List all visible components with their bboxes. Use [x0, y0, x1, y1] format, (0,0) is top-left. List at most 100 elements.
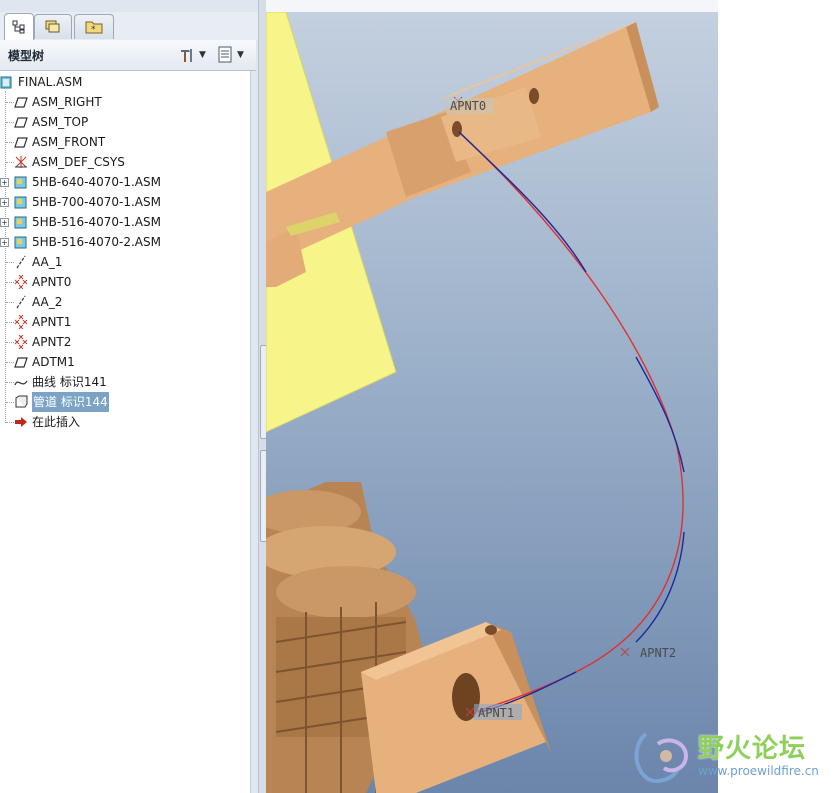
tree-item[interactable]: ADTM1	[0, 352, 250, 372]
watermark-url: www.proewildfire.cn	[698, 764, 819, 778]
show-menu-button[interactable]: ▼	[218, 45, 244, 65]
tree-item[interactable]: AA_1	[0, 252, 250, 272]
pipe-icon	[15, 395, 28, 408]
csys-icon	[15, 156, 27, 168]
lower-fitting-part	[266, 482, 551, 793]
tree-item-label: 5HB-700-4070-1.ASM	[32, 195, 161, 209]
tree-item-label: ADTM1	[32, 355, 75, 369]
watermark-title: 野火论坛	[698, 734, 807, 764]
page-right-margin	[718, 0, 840, 793]
tree-connector	[6, 122, 14, 123]
tree-item-label: ASM_RIGHT	[32, 95, 102, 109]
datum-axis-icon	[16, 295, 26, 309]
tree-connector	[6, 142, 14, 143]
expand-toggle-icon[interactable]: +	[0, 238, 9, 247]
tree-item-label: APNT2	[32, 335, 72, 349]
navigator-tab-strip: *	[0, 12, 258, 40]
tree-connector	[6, 422, 14, 423]
insert-here-arrow-icon	[15, 417, 27, 427]
chevron-down-icon: ▼	[199, 50, 206, 60]
tree-item-label: 5HB-640-4070-1.ASM	[32, 175, 161, 189]
tree-item[interactable]: APNT1	[0, 312, 250, 332]
forum-logo-icon	[634, 732, 689, 783]
forum-watermark: 野火论坛 www.proewildfire.cn	[628, 724, 840, 790]
chevron-down-icon: ▼	[237, 50, 244, 60]
tab-favorites[interactable]: *	[74, 14, 114, 39]
model-tree: FINAL.ASM ASM_RIGHT ASM_TOP ASM_FRONT ASM_DE…	[0, 71, 251, 793]
tree-item[interactable]: +5HB-700-4070-1.ASM	[0, 192, 250, 212]
tree-connector	[6, 342, 14, 343]
datum-point-icon	[14, 335, 28, 349]
tab-model-tree[interactable]	[4, 13, 34, 40]
apnt2-label: APNT2	[640, 646, 676, 660]
tree-connector	[6, 402, 14, 403]
subassembly-icon	[14, 216, 27, 229]
hammer-settings-icon	[181, 49, 192, 62]
datum-plane-icon	[14, 357, 28, 368]
tree-connector	[6, 322, 14, 323]
tree-connector	[6, 302, 14, 303]
tree-item-label: 管道 标识144	[32, 392, 109, 412]
datum-plane-icon	[14, 137, 28, 148]
model-tree-panel: * 模型树 ▼ ▼ FINAL.ASM ASM_RIGHT ASM_TOP ASM_F…	[0, 0, 259, 793]
tree-item[interactable]: APNT0	[0, 272, 250, 292]
tree-connector	[6, 162, 14, 163]
tree-item-label: 曲线 标识141	[32, 375, 107, 389]
tree-item-label: ASM_FRONT	[32, 135, 106, 149]
datum-axis-icon	[16, 255, 26, 269]
tree-item-label: ASM_TOP	[32, 115, 89, 129]
apnt0-label: APNT0	[450, 99, 486, 113]
favorites-tab-icon: *	[85, 21, 103, 35]
tree-item[interactable]: ASM_TOP	[0, 112, 250, 132]
tree-item-label: APNT1	[32, 315, 72, 329]
tree-connector	[6, 382, 14, 383]
tree-item[interactable]: ASM_DEF_CSYS	[0, 152, 250, 172]
svg-text:*: *	[91, 25, 96, 35]
tree-item-label: ASM_DEF_CSYS	[32, 155, 125, 169]
subassembly-icon	[14, 176, 27, 189]
tree-item[interactable]: +5HB-516-4070-1.ASM	[0, 212, 250, 232]
tree-item[interactable]: 管道 标识144	[0, 392, 250, 412]
tree-connector	[6, 282, 14, 283]
settings-menu-button[interactable]: ▼	[178, 45, 206, 65]
subassembly-icon	[14, 236, 27, 249]
tree-item[interactable]: APNT2	[0, 332, 250, 352]
datum-plane-icon	[14, 117, 28, 128]
pipe-centerline-blue-segment	[635, 531, 685, 643]
assembly-icon	[0, 76, 12, 89]
model-tree-tab-icon	[12, 20, 25, 34]
curve-icon	[14, 380, 28, 386]
layers-tab-icon	[45, 20, 60, 33]
tree-item[interactable]: FINAL.ASM	[0, 72, 250, 92]
apnt1-label: APNT1	[478, 706, 514, 720]
tree-item-label: AA_2	[32, 295, 63, 309]
subassembly-icon	[14, 196, 27, 209]
tab-layers[interactable]	[34, 14, 72, 39]
tree-item-label: FINAL.ASM	[18, 75, 83, 89]
tree-item[interactable]: 在此插入	[0, 412, 250, 432]
tree-item-label: 在此插入	[32, 415, 81, 429]
expand-toggle-icon[interactable]: +	[0, 198, 9, 207]
model-tree-header: 模型树 ▼ ▼	[0, 40, 256, 71]
tree-item-label: 5HB-516-4070-2.ASM	[32, 235, 161, 249]
datum-plane-icon	[14, 97, 28, 108]
datum-point-icon	[14, 315, 28, 329]
expand-toggle-icon[interactable]: +	[0, 178, 9, 187]
expand-toggle-icon[interactable]: +	[0, 218, 9, 227]
graphics-viewport[interactable]: APNT0 APNT1 APNT2	[266, 12, 718, 793]
tree-item[interactable]: +5HB-640-4070-1.ASM	[0, 172, 250, 192]
tree-item[interactable]: 曲线 标识141	[0, 372, 250, 392]
tree-item[interactable]: +5HB-516-4070-2.ASM	[0, 232, 250, 252]
apnt2-marker	[620, 647, 630, 657]
tree-item-label: AA_1	[32, 255, 63, 269]
tree-item[interactable]: ASM_RIGHT	[0, 92, 250, 112]
panel-title: 模型树	[8, 49, 45, 63]
viewport-top-strip	[266, 0, 718, 12]
tree-item[interactable]: AA_2	[0, 292, 250, 312]
pipe-centerline-blue-segment	[635, 356, 685, 473]
tree-connector	[6, 102, 14, 103]
tree-connector	[6, 262, 14, 263]
tree-item[interactable]: ASM_FRONT	[0, 132, 250, 152]
list-view-icon	[218, 46, 232, 63]
tree-item-label: 5HB-516-4070-1.ASM	[32, 215, 161, 229]
